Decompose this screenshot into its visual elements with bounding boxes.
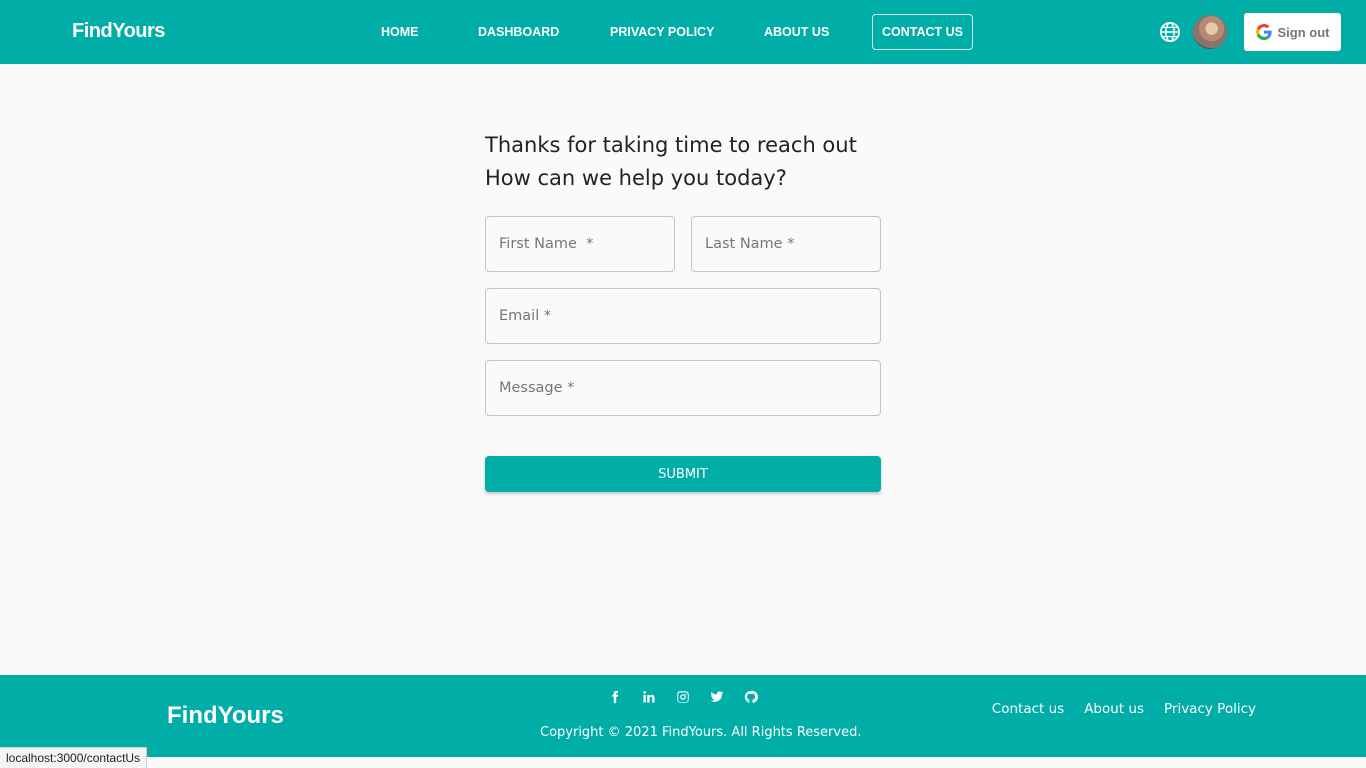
- github-icon[interactable]: [742, 688, 760, 706]
- user-avatar[interactable]: [1193, 15, 1227, 49]
- footer-link-contact-us[interactable]: Contact us: [992, 701, 1064, 717]
- nav-contact-us[interactable]: CONTACT US: [872, 14, 974, 50]
- last-name-input[interactable]: [692, 217, 880, 271]
- nav-privacy-policy[interactable]: PRIVACY POLICY: [610, 14, 714, 50]
- footer-link-about-us[interactable]: About us: [1084, 701, 1144, 717]
- footer-link-privacy-policy[interactable]: Privacy Policy: [1164, 701, 1256, 717]
- nav-home[interactable]: HOME: [381, 14, 419, 50]
- heading-line-2: How can we help you today?: [485, 166, 787, 190]
- message-input[interactable]: [486, 361, 880, 415]
- linkedin-icon[interactable]: [640, 688, 658, 706]
- globe-icon[interactable]: [1159, 21, 1181, 43]
- contact-heading: Thanks for taking time to reach out How …: [485, 129, 857, 195]
- last-name-field[interactable]: [691, 216, 881, 272]
- footer-brand: FindYours: [167, 702, 284, 729]
- message-field[interactable]: [485, 360, 881, 416]
- nav-about-us[interactable]: ABOUT US: [764, 14, 829, 50]
- social-links: [606, 688, 760, 706]
- footer-links: Contact us About us Privacy Policy: [992, 701, 1256, 717]
- facebook-icon[interactable]: [606, 688, 624, 706]
- email-field[interactable]: [485, 288, 881, 344]
- top-navbar: FindYours HOME DASHBOARD PRIVACY POLICY …: [0, 0, 1366, 64]
- copyright-text: Copyright © 2021 FindYours. All Rights R…: [540, 725, 862, 740]
- browser-status-url: localhost:3000/contactUs: [0, 747, 148, 768]
- twitter-icon[interactable]: [708, 688, 726, 706]
- sign-out-label: Sign out: [1277, 24, 1330, 40]
- first-name-input[interactable]: [486, 217, 674, 271]
- instagram-icon[interactable]: [674, 688, 692, 706]
- google-icon: [1255, 24, 1272, 40]
- nav-dashboard[interactable]: DASHBOARD: [478, 14, 559, 50]
- sign-out-button[interactable]: Sign out: [1244, 13, 1341, 51]
- heading-line-1: Thanks for taking time to reach out: [485, 133, 857, 157]
- submit-button[interactable]: SUBMIT: [485, 456, 881, 492]
- footer: FindYours Copyright © 2021 FindYours. Al…: [0, 675, 1366, 757]
- brand-logo[interactable]: FindYours: [72, 20, 165, 43]
- email-input[interactable]: [486, 289, 880, 343]
- first-name-field[interactable]: [485, 216, 675, 272]
